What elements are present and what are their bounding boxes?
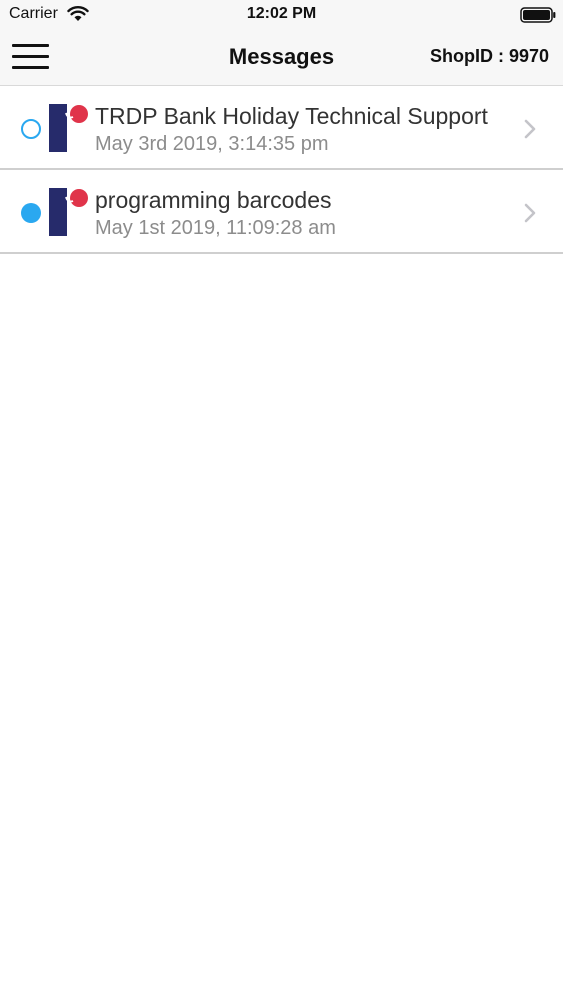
read-status-indicator [21,119,41,139]
message-title: programming barcodes [95,187,332,213]
chevron-right-icon [524,203,536,223]
nav-bar: Messages ShopID : 9970 [0,30,563,86]
message-row[interactable]: programming barcodes May 1st 2019, 11:09… [0,170,563,254]
status-bar: Carrier 12:02 PM [0,0,563,30]
unread-status-indicator [21,203,41,223]
sender-logo-icon [49,188,88,236]
message-row[interactable]: TRDP Bank Holiday Technical Support May … [0,86,563,170]
message-date: May 1st 2019, 11:09:28 am [95,217,336,239]
message-date: May 3rd 2019, 3:14:35 pm [95,133,329,155]
sender-logo-icon [49,104,88,152]
chevron-right-icon [524,119,536,139]
shop-id-label: ShopID : 9970 [429,46,549,66]
message-title: TRDP Bank Holiday Technical Support [95,103,488,129]
message-list: TRDP Bank Holiday Technical Support May … [0,86,563,254]
battery-icon [520,7,556,23]
clock: 12:02 PM [246,5,317,22]
